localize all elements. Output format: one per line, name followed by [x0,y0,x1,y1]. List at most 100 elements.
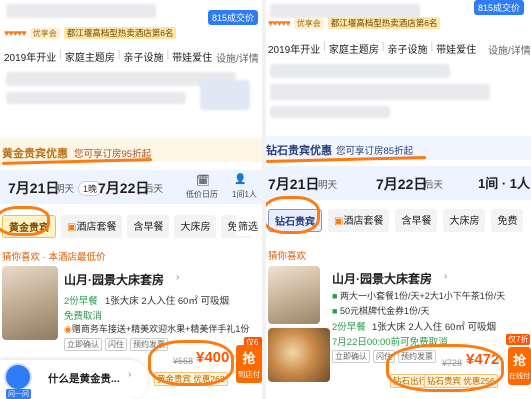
vip-banner-title: 黄金贵宾优惠 [2,148,68,160]
room-specs: 1张大床 2人入住 60㎡ 可吸烟 [372,322,497,333]
filter-button[interactable]: 筛选 [236,215,260,236]
blurred-hotel-name [6,4,156,18]
perk-icon: ■ [332,306,340,316]
discount-corner-badge: 仅7折 [506,334,531,345]
tag-flash-stay: 闪住 [373,350,395,363]
chat-question[interactable]: 什么是黄金贵... [48,371,120,386]
filter-gold-vip[interactable]: 黄金贵宾 [2,215,56,238]
vip-banner-subtitle: 您可享订房85折起 [336,146,414,157]
facilities-link[interactable]: 设施/详情 [488,42,531,57]
feature-row: 2019年开业 | 家庭主题房 | 亲子设施 | 带娃爱住 [4,49,213,64]
feature-family-love: 带娃爱住 [436,45,477,56]
feature-opened: 2019年开业 [268,45,321,56]
filter-breakfast[interactable]: 含早餐 [395,209,438,232]
tag-instant-confirm: 立即确认 [332,350,370,363]
feature-family-room: 家庭主题房 [64,53,115,64]
book-button[interactable]: 抢 到店付 [236,345,262,383]
ranking-badge[interactable]: 都江堰高档型热卖酒店第6名 [63,27,177,39]
feature-family-room: 家庭主题房 [328,45,379,56]
blurred-address-2 [270,84,490,100]
ranking-badge[interactable]: 都江堰高档型热卖酒店第6名 [327,17,441,29]
filter-package[interactable]: ▣酒店套餐 [328,209,390,232]
gift-perks: ◉赠商务车接送+精美欢迎水果+精美伴手礼1份 [64,324,250,334]
right-screenshot-panel: 815成交价 ♥♥♥♥♥ 优享会 都江堰高档型热卖酒店第6名 2019年开业 | … [266,0,531,399]
perk-voucher: ■ 50元棋牌代金券1份/天 [332,306,430,316]
room-name[interactable]: 山月·园景大床套房 [332,270,432,287]
tag-invoice: 预约发票 [130,338,168,351]
section-title: 猜你喜欢 [268,251,307,262]
tag-instant-confirm: 立即确认 [64,338,102,351]
filter-free[interactable]: 免费 [491,209,524,232]
filter-breakfast[interactable]: 含早餐 [127,215,170,238]
vip-badge: 优享会 [29,27,60,39]
filter-king-bed[interactable]: 大床房 [443,209,486,232]
blurred-address [270,64,450,78]
checkin-date[interactable]: 7月21日 [8,178,59,198]
rating-hearts-icon: ♥♥♥♥♥ [4,28,27,38]
checkin-weekday: 明天 [318,180,338,191]
top-price-chip[interactable]: 815成交价 [474,0,525,15]
book-button-subtitle: 到店付 [237,370,261,379]
blurred-address-3 [270,106,390,118]
left-screenshot-panel: 815成交价 ♥♥♥♥♥ 优享会 都江堰高档型热卖酒店第6名 2019年开业 | … [0,0,262,399]
checkin-date[interactable]: 7月21日 [268,174,319,194]
tag-invoice: 预约发票 [398,350,436,363]
room-photo[interactable] [2,266,58,340]
feature-family-love: 带娃爱住 [172,53,213,64]
guest-icon[interactable]: 👤 [234,174,246,185]
feature-opened: 2019年开业 [4,53,57,64]
filter-diamond-vip[interactable]: 钻石贵宾 [268,209,322,232]
checkout-weekday: 后天 [144,184,164,195]
free-cancel: 免费取消 [64,311,103,322]
room-tags: 立即确认 闪住 预约发票 [64,338,168,351]
hotel-badges: ♥♥♥♥♥ 优享会 都江堰高档型热卖酒店第6名 [4,27,177,39]
checkout-date[interactable]: 7月22日 [98,178,149,198]
checkout-date[interactable]: 7月22日 [376,174,427,194]
close-icon[interactable]: › [128,369,131,380]
feature-kids: 亲子设施 [387,45,428,56]
hotel-badges: ♥♥♥♥♥ 优享会 都江堰高档型热卖酒店第6名 [268,17,441,29]
assistant-avatar-icon[interactable] [4,363,32,391]
current-price: ¥472 [466,351,500,368]
feature-kids: 亲子设施 [123,53,164,64]
chevron-right-icon: › [444,271,448,282]
original-price: ¥728 [442,358,463,368]
discount-badge: 钻石贵宾 优惠256 [424,374,498,388]
room-specs: 1张大床 2人入住 60㎡ 可吸烟 [105,296,230,307]
calendar-icon[interactable]: 🗓 [196,174,210,187]
price-calendar-label[interactable]: 低价日历 [186,189,218,200]
blurred-address-2 [6,92,186,104]
room-name[interactable]: 山月·园景大床套房 [64,271,164,288]
checkin-weekday: 明天 [55,184,75,195]
book-button-label: 抢 [242,351,256,366]
rooms-guests-label[interactable]: 1间 · 1人 [478,173,530,192]
blurred-hotel-name [270,4,420,18]
tag-flash-stay: 闪住 [105,338,127,351]
cancel-note: 7月22日00:00前可免费取消 [332,337,448,348]
filter-row: 钻石贵宾 ▣酒店套餐 含早餐 大床房 免费 [268,209,524,232]
current-price: ¥400 [196,349,230,366]
room-tags: 立即确认 闪住 预约发票 [332,350,436,363]
vip-banner-subtitle: 您可享订房95折起 [74,149,152,160]
gift-icon: ◉ [64,324,72,334]
book-button[interactable]: 抢 在线付 [508,347,531,385]
blurred-map-thumb [200,80,250,110]
book-button-label: 抢 [512,353,526,368]
facilities-link[interactable]: 设施/详情 [216,50,259,65]
perk-icon: ■ [332,291,340,301]
food-photo[interactable] [268,328,330,382]
original-price: ¥668 [173,356,194,366]
rooms-guests-label[interactable]: 1间1人 [232,189,257,200]
top-price-chip[interactable]: 815成交价 [208,10,259,25]
checkout-weekday: 后天 [424,180,444,191]
feature-row: 2019年开业 | 家庭主题房 | 亲子设施 | 带娃爱住 [268,41,477,56]
filter-package[interactable]: ▣酒店套餐 [61,215,123,238]
breakfast-info: 2份早餐 [64,296,98,307]
rating-hearts-icon: ♥♥♥♥♥ [268,18,291,28]
chevron-right-icon: › [176,272,180,283]
book-button-subtitle: 在线付 [509,373,530,380]
filter-king-bed[interactable]: 大床房 [174,215,217,238]
ask-label[interactable]: 问一问 [6,389,31,399]
section-title: 猜你喜欢 · 本酒店最低价 [2,252,106,263]
room-photo[interactable] [268,266,320,324]
